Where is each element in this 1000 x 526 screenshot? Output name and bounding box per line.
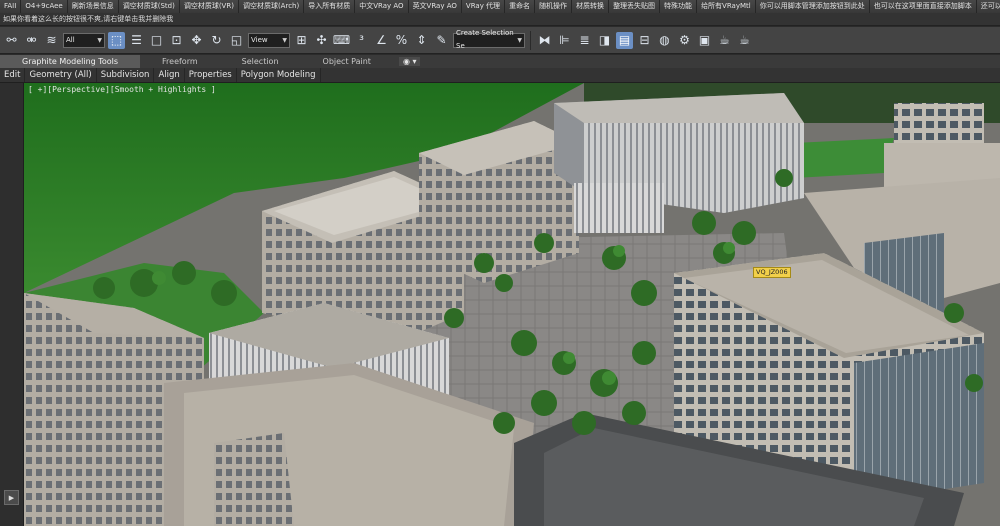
graphite-toggle-icon[interactable]: ◨ [596,32,613,49]
chevron-down-icon: ▼ [282,36,287,44]
script-button[interactable]: 特殊功能 [660,0,698,13]
script-button[interactable]: 调空材质球(VR) [179,0,239,13]
spinner-snap-icon[interactable]: ⇕ [413,32,430,49]
bind-spacewarp-icon[interactable]: ≋ [43,32,60,49]
rotate-icon[interactable]: ↻ [208,32,225,49]
script-button[interactable]: O4+9cAee [21,0,68,13]
chevron-down-icon: ▼ [517,36,522,44]
script-button[interactable]: 给所有VRayMtl [697,0,756,13]
render-production-icon[interactable]: ☕ [716,32,733,49]
ribbon-panel-tab[interactable]: Align [154,68,185,82]
script-button-bar: FAII O4+9cAee 刷新场景信息 调空材质球(Std) 调空材质球(VR) 调空材… [0,0,1000,14]
angle-snap-icon[interactable]: ∠ [373,32,390,49]
rendered-frame-icon[interactable]: ▣ [696,32,713,49]
chevron-down-icon: ▼ [97,36,102,44]
script-button[interactable]: 整理丢失贴图 [609,0,661,13]
align-icon[interactable]: ⊫ [556,32,573,49]
ribbon-panel-tab[interactable]: Properties [185,68,237,82]
play-icon[interactable]: ▶ [4,490,19,505]
script-note[interactable]: 如果你看着这么长的按钮很不爽,请右键单击我并删除我 [0,13,1000,26]
curve-editor-icon[interactable]: ▤ [616,31,633,49]
material-editor-icon[interactable]: ◍ [656,32,673,49]
keyboard-shortcut-icon[interactable]: ⌨ [333,32,350,49]
object-name-tag: VQ_JZ006 [753,267,791,278]
script-button[interactable]: 也可以在这项里面直接添加脚本 [869,0,977,13]
ribbon-tab-bar: Graphite Modeling Tools Freeform Selection… [0,55,1000,68]
select-by-name-icon[interactable]: ☰ [128,32,145,49]
reference-coord-select[interactable]: View ▼ [248,32,290,48]
ribbon-panel-tab[interactable]: Subdivision [97,68,155,82]
mirror-icon[interactable]: ⧓ [536,32,553,49]
viewport-label[interactable]: [ +][Perspective][Smooth + Highlights ] [28,85,216,94]
script-button[interactable]: 调空材质球(Arch) [238,0,305,13]
select-manipulate-icon[interactable]: ✣ [313,32,330,49]
script-button[interactable]: 导入所有材质 [304,0,356,13]
pivot-center-icon[interactable]: ⊞ [293,32,310,49]
scene-render [24,83,1000,526]
script-button[interactable]: 还可以添加exe文件 [976,0,1000,13]
script-button[interactable]: 英文VRay AO [408,0,462,13]
window-crossing-icon[interactable]: ⊡ [168,32,185,49]
ribbon-tab[interactable]: Graphite Modeling Tools [0,55,141,68]
script-button[interactable]: 中文VRay AO [355,0,409,13]
ribbon-tab[interactable]: Object Paint [301,55,393,68]
script-button[interactable]: 重命名 [505,0,536,13]
ribbon-panel-tab[interactable]: Geometry (All) [25,68,97,82]
selection-filter-select[interactable]: All ▼ [63,32,105,48]
ribbon-menu-icon[interactable]: ◉ ▾ [398,57,421,66]
named-selection-select[interactable]: Create Selection Se ▼ [453,29,525,50]
script-button[interactable]: 材质转换 [572,0,610,13]
undo-link-icon[interactable]: ⚯ [3,32,20,49]
left-command-gutter [0,83,24,526]
script-button[interactable]: 调空材质球(Std) [118,0,180,13]
snap-3d-icon[interactable]: ³ [353,32,370,49]
move-icon[interactable]: ✥ [188,32,205,49]
script-button[interactable]: 随机操作 [535,0,573,13]
edit-named-selection-icon[interactable]: ✎ [433,32,450,49]
schematic-view-icon[interactable]: ⊟ [636,32,653,49]
script-button[interactable]: VRay 代理 [461,0,506,13]
toolbar-divider [530,30,531,50]
rect-selection-icon[interactable]: □ [148,32,165,49]
script-button[interactable]: 刷新场景信息 [67,0,119,13]
main-toolbar: ⚯ ⚮ ≋ All ▼ ⬚ ☰ □ ⊡ ✥ ↻ ◱ View ▼ ⊞ ✣ ⌨ ³ ∠… [0,27,1000,54]
select-object-icon[interactable]: ⬚ [108,31,125,49]
perspective-viewport[interactable]: [ +][Perspective][Smooth + Highlights ] … [24,83,1000,526]
script-button[interactable]: 你可以用脚本管理添加按钮到此处 [755,0,870,13]
ribbon-tab[interactable]: Selection [220,55,301,68]
scale-icon[interactable]: ◱ [228,32,245,49]
ribbon-panel-tab[interactable]: Edit [0,68,26,82]
render-iterative-icon[interactable]: ☕ [736,32,753,49]
script-button[interactable]: FAII [0,0,22,13]
ribbon-tab[interactable]: Freeform [140,55,220,68]
render-setup-icon[interactable]: ⚙ [676,32,693,49]
ribbon-panel-bar: Edit Geometry (All) Subdivision Align Proper… [0,68,1000,83]
ribbon-panel-tab[interactable]: Polygon Modeling [237,68,321,82]
unlink-icon[interactable]: ⚮ [23,32,40,49]
percent-snap-icon[interactable]: % [393,32,410,49]
layer-manager-icon[interactable]: ≣ [576,32,593,49]
